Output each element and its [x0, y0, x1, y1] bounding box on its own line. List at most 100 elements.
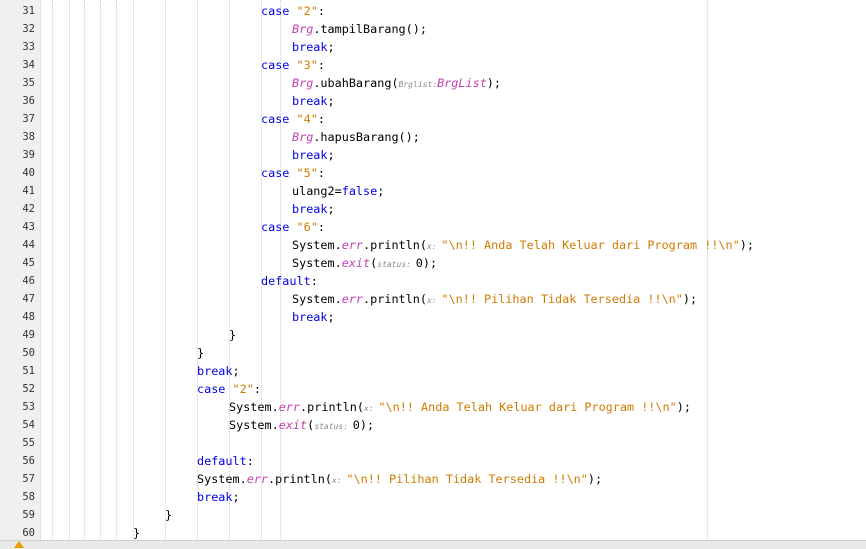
code-line[interactable]: 49} — [0, 326, 866, 344]
line-number: 45 — [22, 257, 35, 269]
line-number: 46 — [22, 275, 35, 287]
code-text: System.exit(status: 0); — [292, 254, 437, 274]
code-line[interactable]: 57 System.err.println(x: "\n!! Pilihan Ti… — [0, 470, 866, 488]
code-token: "4" — [296, 112, 318, 126]
code-line[interactable]: 32 Brg.tampilBarang(); — [0, 20, 866, 38]
code-token: "\n!! Pilihan Tidak Tersedia !!\n" — [346, 472, 588, 486]
line-number: 52 — [22, 383, 35, 395]
code-line[interactable]: 38 Brg.hapusBarang(); — [0, 128, 866, 146]
code-text: System.exit(status: 0); — [229, 416, 374, 436]
code-line[interactable]: 42 break; — [0, 200, 866, 218]
warning-icon[interactable] — [14, 541, 24, 548]
code-text: Brg.ubahBarang(Brglist:BrgList); — [292, 74, 501, 94]
line-number: 53 — [22, 401, 35, 413]
code-text: ulang2=false; — [292, 182, 384, 200]
code-line[interactable]: 40 case "5": — [0, 164, 866, 182]
code-text: break; — [292, 146, 335, 164]
code-token: x: — [426, 242, 442, 251]
code-token: : — [317, 58, 325, 72]
code-line[interactable]: 36 break; — [0, 92, 866, 110]
code-line[interactable]: 35 Brg.ubahBarang(Brglist:BrgList); — [0, 74, 866, 92]
code-text: default: — [261, 272, 318, 290]
code-text: System.err.println(x: "\n!! Pilihan Tida… — [197, 470, 602, 490]
code-line[interactable]: 41 ulang2=false; — [0, 182, 866, 200]
line-number: 33 — [22, 41, 35, 53]
line-number: 34 — [22, 59, 35, 71]
code-line[interactable]: 59} — [0, 506, 866, 524]
code-token: exit — [341, 256, 371, 270]
line-number: 31 — [22, 5, 35, 17]
line-number: 58 — [22, 491, 35, 503]
code-token: : — [317, 166, 325, 180]
code-line[interactable]: 47 System.err.println(x: "\n!! Pilihan Ti… — [0, 290, 866, 308]
code-token: ; — [232, 490, 240, 504]
code-token: System. — [292, 256, 342, 270]
code-token: .tampilBarang(); — [313, 22, 427, 36]
code-text: } — [197, 344, 204, 362]
code-token: case — [261, 220, 297, 234]
code-token: : — [246, 454, 254, 468]
code-text: case "2": — [261, 2, 325, 20]
code-token: 0); — [415, 256, 438, 270]
code-token: "\n!! Anda Telah Keluar dari Program !!\… — [378, 400, 677, 414]
code-token: Brg — [292, 22, 314, 36]
line-number: 55 — [22, 437, 35, 449]
code-token: "6" — [296, 220, 318, 234]
line-number: 48 — [22, 311, 35, 323]
code-token: break — [292, 148, 328, 162]
code-text: System.err.println(x: "\n!! Pilihan Tida… — [292, 290, 697, 310]
code-token: System. — [229, 400, 279, 414]
code-token: case — [261, 166, 297, 180]
code-token: break — [292, 310, 328, 324]
code-token: ; — [327, 94, 335, 108]
code-token: Brg — [292, 130, 314, 144]
code-token: Brglist: — [398, 80, 438, 89]
code-text: Brg.tampilBarang(); — [292, 20, 427, 38]
code-line[interactable]: 45 System.exit(status: 0); — [0, 254, 866, 272]
code-line[interactable]: 53 System.err.println(x: "\n!! Anda Telah… — [0, 398, 866, 416]
code-text: break; — [292, 200, 335, 218]
code-token: : — [310, 274, 318, 288]
code-line[interactable]: 31 case "2": — [0, 2, 866, 20]
code-line[interactable]: 56 default: — [0, 452, 866, 470]
code-token: System. — [197, 472, 247, 486]
code-line[interactable]: 43 case "6": — [0, 218, 866, 236]
code-line[interactable]: 34 case "3": — [0, 56, 866, 74]
code-token: case — [261, 4, 297, 18]
code-line[interactable]: 50} — [0, 344, 866, 362]
code-line[interactable]: 58 break; — [0, 488, 866, 506]
code-line[interactable]: 39 break; — [0, 146, 866, 164]
code-editor[interactable]: 31 case "2": 32 Brg.tampilBarang(); 33 break;… — [0, 0, 866, 549]
code-line[interactable]: 44 System.err.println(x: "\n!! Anda Telah… — [0, 236, 866, 254]
code-token: ); — [486, 76, 502, 90]
code-token: x: — [426, 296, 442, 305]
code-line[interactable]: 51 break; — [0, 362, 866, 380]
code-line[interactable]: 33 break; — [0, 38, 866, 56]
code-token: : — [317, 112, 325, 126]
code-token: "2" — [296, 4, 318, 18]
line-number: 37 — [22, 113, 35, 125]
code-token: "5" — [296, 166, 318, 180]
code-token: err — [246, 472, 269, 486]
line-number: 39 — [22, 149, 35, 161]
code-text: case "3": — [261, 56, 325, 74]
code-token: x: — [363, 404, 379, 413]
code-text: break; — [292, 92, 335, 110]
code-token: System. — [292, 292, 342, 306]
code-line[interactable]: 52 case "2": — [0, 380, 866, 398]
code-token: ; — [327, 40, 335, 54]
line-number: 49 — [22, 329, 35, 341]
code-line[interactable]: 55 — [0, 434, 866, 452]
code-token: .println( — [268, 472, 332, 486]
code-token: ; — [232, 364, 240, 378]
code-token: } — [197, 346, 205, 360]
code-line[interactable]: 48 break; — [0, 308, 866, 326]
code-line[interactable]: 54 System.exit(status: 0); — [0, 416, 866, 434]
code-line[interactable]: 37 case "4": — [0, 110, 866, 128]
code-token: err — [341, 238, 364, 252]
code-token: : — [317, 220, 325, 234]
code-text: case "6": — [261, 218, 325, 236]
code-token: err — [341, 292, 364, 306]
code-line[interactable]: 46 default: — [0, 272, 866, 290]
line-number: 56 — [22, 455, 35, 467]
